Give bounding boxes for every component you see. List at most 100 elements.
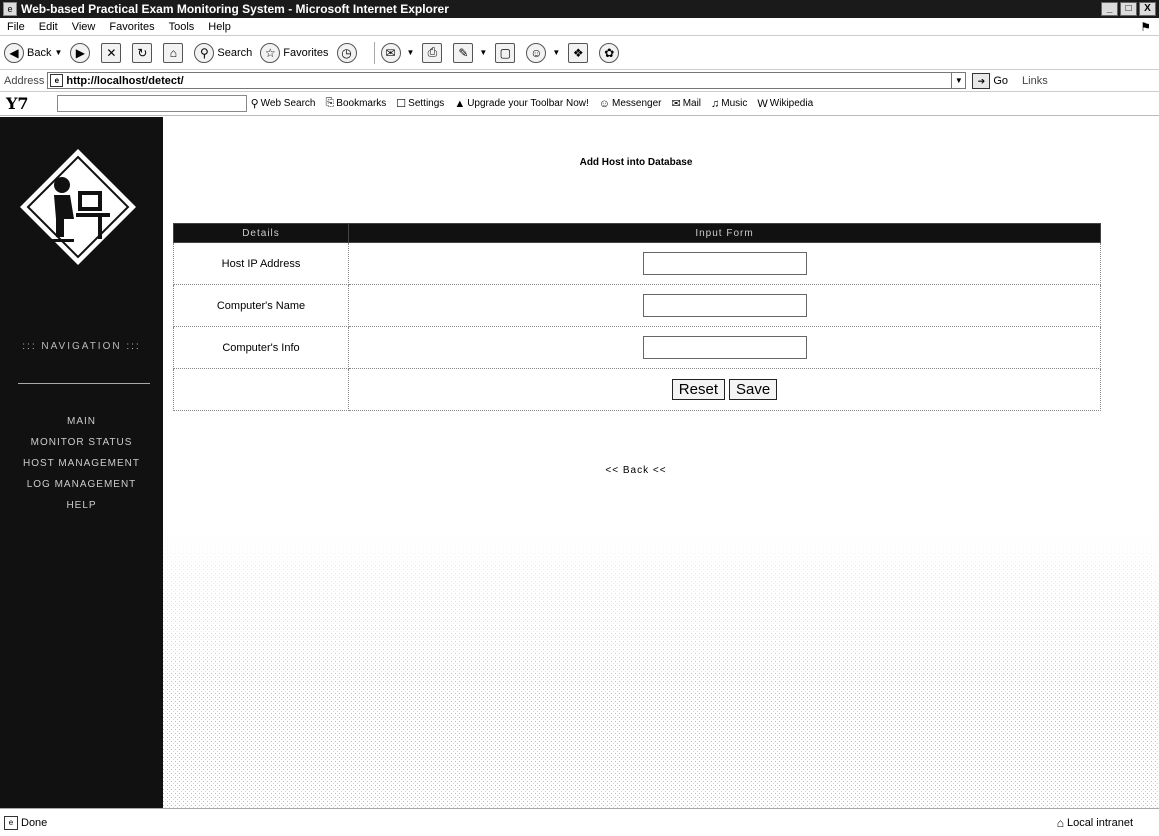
page-title: Add Host into Database [579, 157, 693, 168]
yahoo-wikipedia[interactable]: W Wikipedia [757, 98, 813, 110]
yahoo-music[interactable]: ♫ Music [711, 98, 747, 110]
print-icon: ⎙ [422, 42, 443, 63]
table-row: Computer's Name [173, 284, 1101, 327]
close-button[interactable]: X [1139, 2, 1156, 16]
yahoo-logo[interactable]: Y7 [6, 94, 29, 113]
background-texture [163, 517, 1159, 808]
wikipedia-label: Wikipedia [769, 98, 814, 109]
msn-button[interactable]: ✿ [599, 42, 622, 63]
stop-icon: ✕ [101, 42, 122, 63]
refresh-icon: ↻ [132, 42, 153, 63]
search-button[interactable]: ⚲ Search [194, 42, 253, 63]
address-label: Address [4, 74, 45, 87]
home-button[interactable]: ⌂ [163, 42, 186, 63]
nav-item-main[interactable]: MAIN [0, 411, 163, 432]
page-icon: e [50, 74, 64, 87]
search-icon: ⚲ [194, 42, 215, 63]
back-button[interactable]: ◀ Back ▼ [4, 42, 62, 63]
computer-info-input[interactable] [642, 336, 807, 359]
menu-favorites[interactable]: Favorites [102, 21, 161, 33]
bookmarks-label: Bookmarks [336, 98, 387, 109]
yahoo-mail[interactable]: ✉ Mail [671, 97, 701, 110]
computer-name-cell [348, 284, 1101, 327]
standard-toolbar: ◀ Back ▼ ▶ ✕ ↻ ⌂ ⚲ Search ☆ Favorites ◷ … [0, 36, 1159, 70]
menu-bar: File Edit View Favorites Tools Help ⚑ [0, 18, 1159, 36]
upgrade-icon: ▲ [454, 97, 466, 110]
address-input[interactable]: e http://localhost/detect/ [47, 72, 953, 89]
back-link[interactable]: << Back << [163, 465, 1109, 476]
discuss-icon: ▢ [495, 42, 516, 63]
yahoo-settings[interactable]: ☐ Settings [396, 97, 444, 110]
msn-butterfly-icon: ✿ [599, 42, 620, 63]
music-label: Music [721, 98, 748, 109]
nav-item-host-management[interactable]: HOST MANAGEMENT [0, 453, 163, 474]
table-row: Host IP Address [173, 242, 1101, 285]
minimize-button[interactable]: _ [1101, 2, 1118, 16]
edit-button[interactable]: ✎ ▼ [453, 42, 487, 63]
forward-button[interactable]: ▶ [70, 42, 93, 63]
yahoo-web-search[interactable]: ⚲ Web Search [251, 97, 316, 110]
search-label: Search [217, 46, 253, 59]
host-ip-cell [348, 242, 1101, 285]
maximize-button[interactable]: □ [1120, 2, 1137, 16]
refresh-button[interactable]: ↻ [132, 42, 155, 63]
yahoo-dropdown-icon[interactable]: ▼ [552, 48, 560, 57]
host-ip-input[interactable] [642, 252, 807, 275]
favorites-button[interactable]: ☆ Favorites [260, 42, 329, 63]
settings-icon: ☐ [396, 98, 407, 110]
computer-name-label: Computer's Name [173, 284, 349, 327]
host-ip-label: Host IP Address [173, 242, 349, 285]
music-icon: ♫ [711, 97, 720, 110]
yahoo-icon: ☺ [526, 42, 547, 63]
history-button[interactable]: ◷ [336, 42, 360, 63]
status-text: Done [21, 816, 48, 829]
back-arrow-icon: ◀ [4, 42, 24, 63]
links-button[interactable]: Links [1022, 75, 1048, 87]
edit-dropdown-icon[interactable]: ▼ [479, 48, 487, 57]
yahoo-search-input[interactable] [56, 95, 247, 112]
computer-name-input[interactable] [642, 294, 807, 317]
web-search-label: Web Search [260, 98, 316, 109]
print-button[interactable]: ⎙ [422, 42, 445, 63]
discuss-button[interactable]: ▢ [495, 42, 518, 63]
menu-file[interactable]: File [0, 21, 32, 33]
yahoo-bookmarks[interactable]: ⎘ Bookmarks [325, 97, 386, 110]
stop-button[interactable]: ✕ [101, 42, 124, 63]
yahoo-toolbar: Y7 ⚲ Web Search ⎘ Bookmarks ☐ Settings ▲ Upg… [0, 92, 1159, 116]
research-button[interactable]: ❖ [568, 42, 591, 63]
mail-button[interactable]: ✉ ▼ [380, 42, 415, 63]
nav-item-log-management[interactable]: LOG MANAGEMENT [0, 474, 163, 495]
table-row: Reset Save [173, 368, 1101, 411]
back-dropdown-icon[interactable]: ▼ [54, 48, 62, 57]
nav-item-help[interactable]: HELP [0, 495, 163, 516]
mail-dropdown-icon[interactable]: ▼ [407, 48, 415, 57]
mail-icon: ✉ [671, 98, 681, 110]
menu-edit[interactable]: Edit [32, 21, 65, 33]
settings-label: Settings [408, 98, 445, 109]
bookmark-icon: ⎘ [325, 97, 335, 109]
history-icon: ◷ [336, 42, 357, 63]
button-cell: Reset Save [348, 368, 1101, 411]
yahoo-messenger[interactable]: ☺ Messenger [599, 98, 662, 110]
ie-app-icon: e [3, 2, 17, 16]
yahoo-upgrade[interactable]: ▲ Upgrade your Toolbar Now! [454, 98, 588, 110]
menu-tools[interactable]: Tools [162, 21, 202, 33]
window-title-bar: e Web-based Practical Exam Monitoring Sy… [0, 0, 1159, 18]
menu-help[interactable]: Help [201, 21, 238, 33]
edit-icon: ✎ [453, 42, 474, 63]
main-panel: Add Host into Database Details Input For… [163, 117, 1159, 808]
go-button[interactable]: ➔ Go [972, 72, 1009, 89]
address-dropdown-icon[interactable]: ▼ [952, 72, 967, 89]
save-button[interactable]: Save [728, 379, 778, 400]
intranet-icon: ⌂ [1056, 815, 1064, 830]
messenger-icon: ☺ [598, 97, 610, 110]
reset-button[interactable]: Reset [671, 379, 725, 400]
go-label: Go [993, 74, 1009, 87]
mail-label: Mail [682, 98, 702, 109]
yahoo-messenger-button[interactable]: ☺ ▼ [526, 42, 560, 63]
nav-list: MAIN MONITOR STATUS HOST MANAGEMENT LOG … [0, 411, 163, 516]
zone-label: Local intranet [1066, 816, 1133, 829]
menu-view[interactable]: View [65, 21, 103, 33]
nav-item-monitor-status[interactable]: MONITOR STATUS [0, 432, 163, 453]
host-form-table: Details Input Form Host IP Address Compu… [173, 223, 1101, 411]
